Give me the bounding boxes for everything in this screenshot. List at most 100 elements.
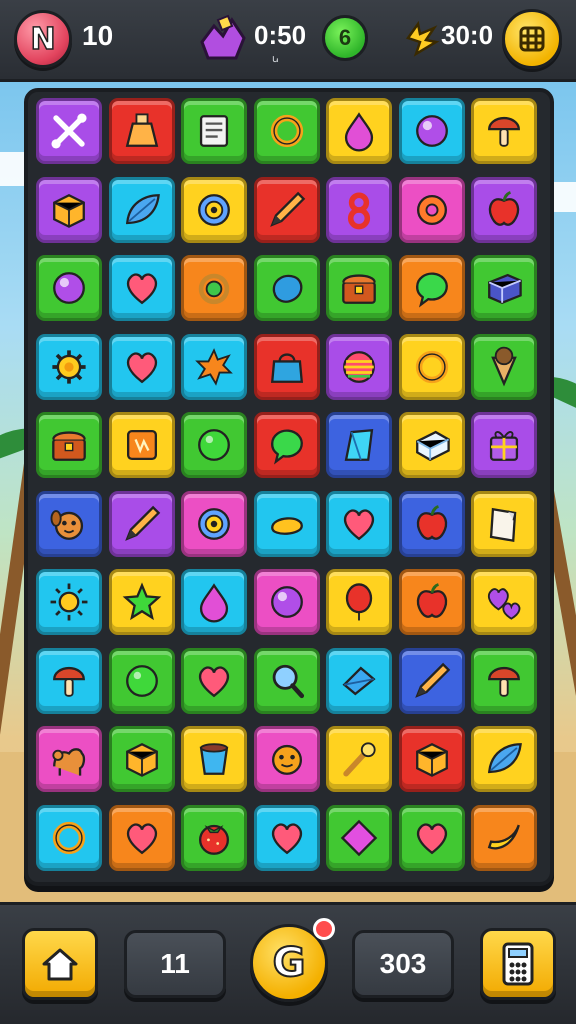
board-tile[interactable]	[398, 804, 465, 871]
rainbow-ball-icon	[343, 350, 375, 383]
board-tile[interactable]	[471, 490, 537, 557]
cube-icon	[415, 742, 448, 777]
board-tile[interactable]	[108, 647, 175, 714]
ball-icon	[198, 429, 230, 461]
target-icon	[198, 193, 230, 226]
board-tile[interactable]	[36, 333, 102, 400]
board-tile[interactable]	[181, 98, 247, 164]
crystal-icon	[344, 428, 374, 461]
board-tile[interactable]	[36, 804, 102, 871]
potion-icon	[125, 113, 158, 147]
sun-icon	[50, 583, 88, 621]
bolt-icon	[405, 20, 440, 57]
board-tile[interactable]	[36, 490, 102, 557]
calculator-button[interactable]	[480, 928, 556, 1000]
board-tile[interactable]	[471, 726, 537, 792]
board-tile[interactable]	[471, 98, 537, 164]
board-tile[interactable]	[326, 333, 392, 400]
board-tile[interactable]	[253, 647, 320, 714]
board-tile[interactable]	[326, 490, 392, 557]
board-tile[interactable]	[326, 569, 392, 635]
board-tile[interactable]	[398, 490, 465, 557]
bubble-icon	[270, 429, 303, 465]
board-tile[interactable]	[253, 804, 320, 871]
gift-icon	[489, 431, 519, 461]
score-display: 30:0	[441, 20, 494, 50]
board-tile[interactable]	[398, 569, 465, 635]
board-tile[interactable]	[398, 647, 465, 714]
board-tile[interactable]	[36, 176, 102, 243]
board-tile[interactable]	[398, 98, 465, 164]
board-tile[interactable]	[471, 569, 537, 635]
board-tile[interactable]	[326, 647, 392, 714]
pencil-icon	[414, 662, 450, 698]
board-tile[interactable]	[181, 490, 247, 557]
scroll-icon	[199, 115, 229, 147]
board-tile[interactable]	[108, 569, 175, 635]
board-tile[interactable]	[326, 98, 392, 164]
board-tile[interactable]	[181, 412, 247, 478]
board-tile[interactable]	[253, 176, 320, 243]
board-tile[interactable]	[181, 255, 247, 321]
board-tile[interactable]	[471, 647, 537, 714]
board-tile[interactable]	[471, 176, 537, 243]
board-tile[interactable]	[253, 490, 320, 557]
mushroom-icon	[488, 116, 520, 147]
board-tile[interactable]	[471, 804, 537, 871]
board-tile[interactable]	[253, 255, 320, 321]
home-button[interactable]	[22, 928, 98, 1000]
board-tile[interactable]	[181, 333, 247, 400]
board-tile[interactable]	[253, 569, 320, 635]
board-tile[interactable]	[398, 176, 465, 243]
board-tile[interactable]	[471, 333, 537, 400]
cone-icon	[491, 346, 517, 387]
board-tile[interactable]	[108, 98, 175, 164]
player-avatar[interactable]: N	[14, 10, 72, 68]
board-tile[interactable]	[36, 647, 102, 714]
board-tile[interactable]	[181, 176, 247, 243]
donut-icon	[416, 194, 447, 225]
board-tile[interactable]	[36, 255, 102, 321]
board-tile[interactable]	[108, 176, 175, 243]
spiky-icon	[195, 347, 233, 386]
board-tile[interactable]	[181, 726, 247, 792]
settings-button[interactable]	[502, 9, 562, 69]
board-tile[interactable]	[181, 804, 247, 871]
apple-icon	[416, 504, 447, 540]
board-tile[interactable]	[36, 412, 102, 478]
board-tile[interactable]	[326, 176, 392, 243]
board-tile[interactable]	[253, 726, 320, 792]
magnifier-icon	[272, 664, 304, 698]
board-tile[interactable]	[253, 412, 320, 478]
board-tile[interactable]	[398, 726, 465, 792]
board-tile[interactable]	[36, 569, 102, 635]
boost-button[interactable]: 6	[322, 15, 368, 61]
board-tile[interactable]	[471, 255, 537, 321]
board-tile[interactable]	[398, 255, 465, 321]
eight-icon	[347, 191, 371, 229]
board-tile[interactable]	[253, 98, 320, 164]
heart-icon	[343, 508, 375, 540]
board-tile[interactable]	[326, 804, 392, 871]
board-tile[interactable]	[326, 726, 392, 792]
board-tile[interactable]	[36, 726, 102, 792]
drop-icon	[344, 112, 374, 152]
board-tile[interactable]	[326, 255, 392, 321]
timer-display: 0:50	[254, 20, 307, 50]
board-tile[interactable]	[181, 647, 247, 714]
board-tile[interactable]	[398, 333, 465, 400]
box-icon	[488, 273, 522, 305]
board-tile[interactable]	[108, 726, 175, 792]
board-tile[interactable]	[398, 412, 465, 478]
board-tile[interactable]	[181, 569, 247, 635]
cup-icon	[199, 743, 229, 775]
board-tile[interactable]	[108, 804, 175, 871]
board-tile[interactable]	[253, 333, 320, 400]
board-tile[interactable]	[108, 412, 175, 478]
board-tile[interactable]	[36, 98, 102, 164]
board-tile[interactable]	[326, 412, 392, 478]
board-tile[interactable]	[108, 255, 175, 321]
board-tile[interactable]	[108, 490, 175, 557]
board-tile[interactable]	[471, 412, 537, 478]
board-tile[interactable]	[108, 333, 175, 400]
